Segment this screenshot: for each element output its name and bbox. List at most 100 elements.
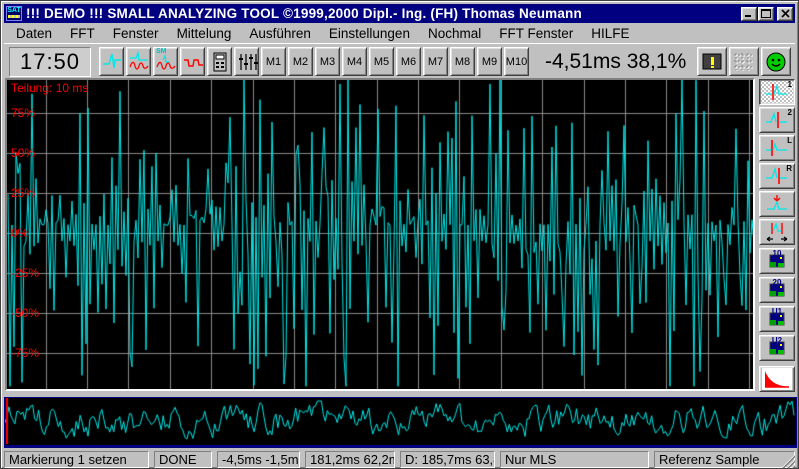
- grid-toggle-button[interactable]: [729, 47, 759, 76]
- toolbar-right-group: [697, 47, 791, 76]
- impulse-icon: [101, 51, 123, 73]
- equalizer-icon: [236, 51, 258, 73]
- equalizer-button[interactable]: [234, 47, 259, 76]
- close-button[interactable]: [777, 7, 793, 21]
- menu-fft[interactable]: FFT: [61, 24, 104, 43]
- ytick-n25: -25%: [11, 266, 39, 280]
- view-10-label: 10: [760, 250, 794, 258]
- marker-right-button[interactable]: R: [759, 163, 795, 189]
- marker-button-m1[interactable]: M1: [261, 47, 286, 76]
- status-done: DONE: [154, 451, 212, 468]
- maximize-icon: [761, 9, 771, 18]
- menu-fft-fenster[interactable]: FFT Fenster: [490, 24, 582, 43]
- view-20-label: 20: [760, 279, 794, 287]
- marker-button-m10[interactable]: M10: [504, 47, 529, 76]
- decay-button[interactable]: [759, 366, 795, 392]
- zoom-span-button[interactable]: [759, 219, 795, 245]
- ytick-0: 0%: [11, 226, 28, 240]
- smiley-icon: [765, 51, 787, 73]
- marker-1-button[interactable]: 1: [759, 79, 795, 105]
- frequency-response-button[interactable]: [180, 47, 205, 76]
- view-u1-button[interactable]: U1: [759, 306, 795, 332]
- status-bar: Markierung 1 setzen DONE -4,5ms -1,5m 18…: [4, 451, 795, 468]
- toolbar: 17:50 SM: [4, 43, 795, 79]
- marker-button-m5[interactable]: M5: [369, 47, 394, 76]
- maximize-button[interactable]: [758, 7, 774, 21]
- ytick-25: 25%: [11, 186, 35, 200]
- main-waveform-canvas[interactable]: [7, 80, 753, 389]
- app-icon-wave: [8, 15, 20, 18]
- marker-button-m4[interactable]: M4: [342, 47, 367, 76]
- span-arrows-impulse-icon: [763, 221, 791, 243]
- menu-bar: Daten FFT Fenster Mittelung Ausführen Ei…: [4, 23, 795, 43]
- arrow-down-impulse-icon: [763, 193, 791, 215]
- marker-button-m2[interactable]: M2: [288, 47, 313, 76]
- toolbar-icon-group: SM: [99, 47, 259, 76]
- app-icon[interactable]: SAT: [6, 6, 22, 21]
- ytick-n50: -50%: [11, 306, 39, 320]
- minimize-icon: [744, 9, 754, 18]
- ytick-75: 75%: [11, 106, 35, 120]
- status-range: 181,2ms 62,2m: [305, 451, 395, 468]
- calculator-button[interactable]: [207, 47, 232, 76]
- status-reference: Referenz Sample: [654, 451, 795, 468]
- ytick-50: 50%: [11, 146, 35, 160]
- window-title: !!! DEMO !!! SMALL ANALYZING TOOL ©1999,…: [26, 6, 741, 21]
- app-icon-text: SAT: [7, 7, 20, 14]
- marker-2-label: 2: [788, 108, 792, 117]
- view-u2-button[interactable]: U2: [759, 335, 795, 361]
- clock-panel: 17:50: [9, 47, 91, 77]
- side-toolbar: 1 2 L R: [757, 78, 799, 393]
- status-hint: Markierung 1 setzen: [4, 451, 149, 468]
- overview-waveform-canvas[interactable]: [5, 398, 796, 444]
- grid-icon: [732, 52, 756, 72]
- menu-mittelung[interactable]: Mittelung: [168, 24, 241, 43]
- close-icon: [781, 9, 790, 18]
- impulse-frequency-icon: [128, 51, 150, 73]
- decay-icon: [762, 368, 792, 390]
- minimize-button[interactable]: [741, 7, 757, 21]
- resize-grip[interactable]: [781, 454, 795, 468]
- sm-impulse-frequency-button[interactable]: SM: [153, 47, 178, 76]
- marker-left-button[interactable]: L: [759, 135, 795, 161]
- marker-button-m9[interactable]: M9: [477, 47, 502, 76]
- marker-button-group: M1 M2 M3 M4 M5 M6 M7 M8 M9 M10: [261, 47, 529, 76]
- menu-daten[interactable]: Daten: [7, 24, 61, 43]
- frequency-response-icon: [182, 51, 204, 73]
- marker-button-m3[interactable]: M3: [315, 47, 340, 76]
- status-mode: Nur MLS: [500, 451, 649, 468]
- main-plot: Teilung: 10 ms 75% 50% 25% 0% -25% -50% …: [5, 78, 755, 391]
- marker-2-button[interactable]: 2: [759, 107, 795, 133]
- division-label: Teilung: 10 ms: [11, 81, 88, 95]
- overview-strip: [4, 397, 797, 448]
- ytick-n75: -75%: [11, 346, 39, 360]
- view-10-button[interactable]: 10: [759, 248, 795, 274]
- marker-button-m7[interactable]: M7: [423, 47, 448, 76]
- info-card-button[interactable]: [697, 47, 727, 76]
- marker-left-label: L: [787, 136, 792, 145]
- status-ok-button[interactable]: [761, 47, 791, 76]
- menu-ausfuehren[interactable]: Ausführen: [240, 24, 320, 43]
- status-delta: D: 185,7ms 63,8m: [400, 451, 495, 468]
- status-cursor: -4,5ms -1,5m: [217, 451, 300, 468]
- impulse-button[interactable]: [99, 47, 124, 76]
- goto-marker-button[interactable]: [759, 191, 795, 217]
- menu-nochmal[interactable]: Nochmal: [419, 24, 490, 43]
- sm-label: SM: [156, 48, 167, 56]
- menu-fenster[interactable]: Fenster: [104, 24, 168, 43]
- impulse-frequency-button[interactable]: [126, 47, 151, 76]
- menu-einstellungen[interactable]: Einstellungen: [320, 24, 419, 43]
- view-u2-label: U2: [760, 337, 794, 345]
- clock-display: 17:50: [20, 49, 80, 75]
- marker-1-label: 1: [788, 80, 792, 89]
- menu-hilfe[interactable]: HILFE: [582, 24, 638, 43]
- app-window: SAT !!! DEMO !!! SMALL ANALYZING TOOL ©1…: [0, 0, 799, 469]
- cursor-readout: -4,51ms 38,1%: [545, 50, 686, 74]
- calculator-icon: [209, 51, 231, 73]
- marker-button-m8[interactable]: M8: [450, 47, 475, 76]
- marker-button-m6[interactable]: M6: [396, 47, 421, 76]
- view-20-button[interactable]: 20: [759, 277, 795, 303]
- info-card-icon: [700, 52, 724, 72]
- title-bar[interactable]: SAT !!! DEMO !!! SMALL ANALYZING TOOL ©1…: [4, 4, 795, 23]
- view-u1-label: U1: [760, 308, 794, 316]
